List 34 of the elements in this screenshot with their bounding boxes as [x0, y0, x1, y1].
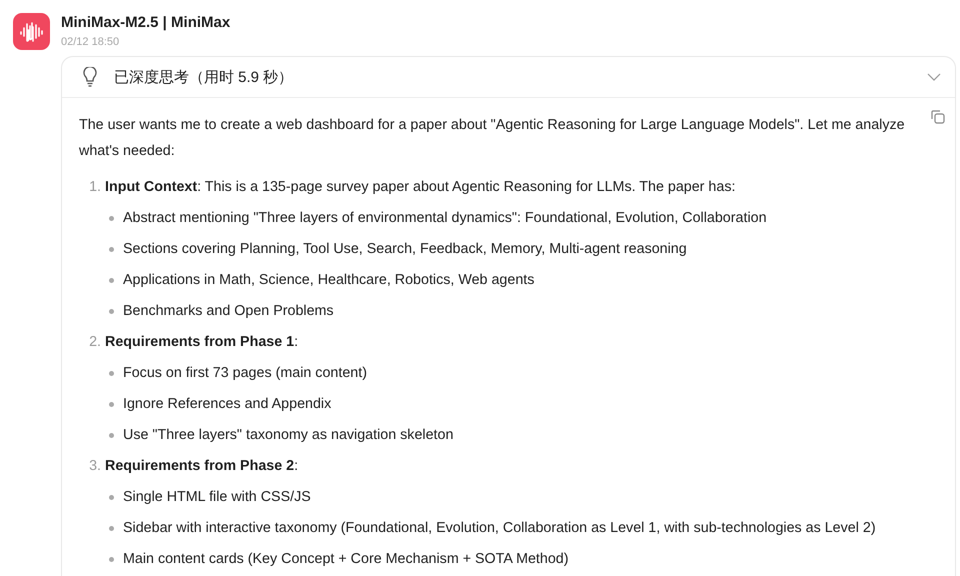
bullet-text: Sections covering Planning, Tool Use, Search, Feedback, Memory, Multi-agent reasoning — [123, 240, 687, 259]
bullet-dot — [109, 402, 114, 406]
bullet-text: Ignore References and Appendix — [123, 395, 332, 414]
bullet-text: Use "Three layers" taxonomy as navigation skeleton — [123, 426, 454, 445]
bullet-dot — [109, 494, 114, 500]
bullet-dot — [109, 432, 114, 438]
bullet-dot — [109, 308, 114, 314]
bullet-text: Benchmarks and Open Problems — [123, 302, 334, 321]
bullet-dot — [109, 526, 114, 530]
bullet-dot — [109, 216, 114, 220]
copy-icon[interactable] — [931, 110, 945, 124]
bullet-dot — [109, 246, 114, 252]
bullet-text: Focus on first 73 pages (main content) — [123, 364, 367, 383]
intro-paragraph: The user wants me to create a web dashboard for a paper about "Agentic Reasoning for Large Language Models". Let me analyze what's needed: — [79, 116, 906, 161]
list-item-text: Requirements from Phase 2: — [105, 457, 298, 476]
thinking-title: 已深度思考（用时 5.9 秒） — [114, 68, 294, 86]
lightbulb-icon — [82, 67, 98, 87]
message-time: 02/12 18:50 — [61, 36, 120, 48]
bullet-dot — [109, 370, 114, 376]
list-item-text: Input Context: This is a 135-page survey paper about Agentic Reasoning for LLMs. The paper has: — [105, 178, 736, 197]
bullet-text: Single HTML file with CSS/JS — [123, 488, 311, 507]
list-number: 3. — [88, 457, 102, 476]
bullet-dot — [109, 278, 114, 282]
bullet-text: Main content cards (Key Concept + Core Mechanism + SOTA Method) — [123, 550, 569, 569]
bullet-text: Applications in Math, Science, Healthcare, Robotics, Web agents — [123, 271, 534, 290]
bullet-text: Abstract mentioning "Three layers of environmental dynamics": Foundational, Evolution, Collaboration — [123, 209, 767, 228]
sender-name: MiniMax-M2.5 | MiniMax — [61, 13, 232, 33]
app-logo — [13, 13, 50, 50]
list-number: 1. — [88, 178, 102, 197]
bullet-dot — [109, 556, 114, 562]
list-number: 2. — [88, 333, 102, 352]
list-item-text: Requirements from Phase 1: — [105, 333, 298, 352]
bullet-text: Sidebar with interactive taxonomy (Foundational, Evolution, Collaboration as Level 1, with sub-technologies as Level 2) — [123, 519, 876, 538]
chevron-icon[interactable] — [927, 73, 941, 81]
